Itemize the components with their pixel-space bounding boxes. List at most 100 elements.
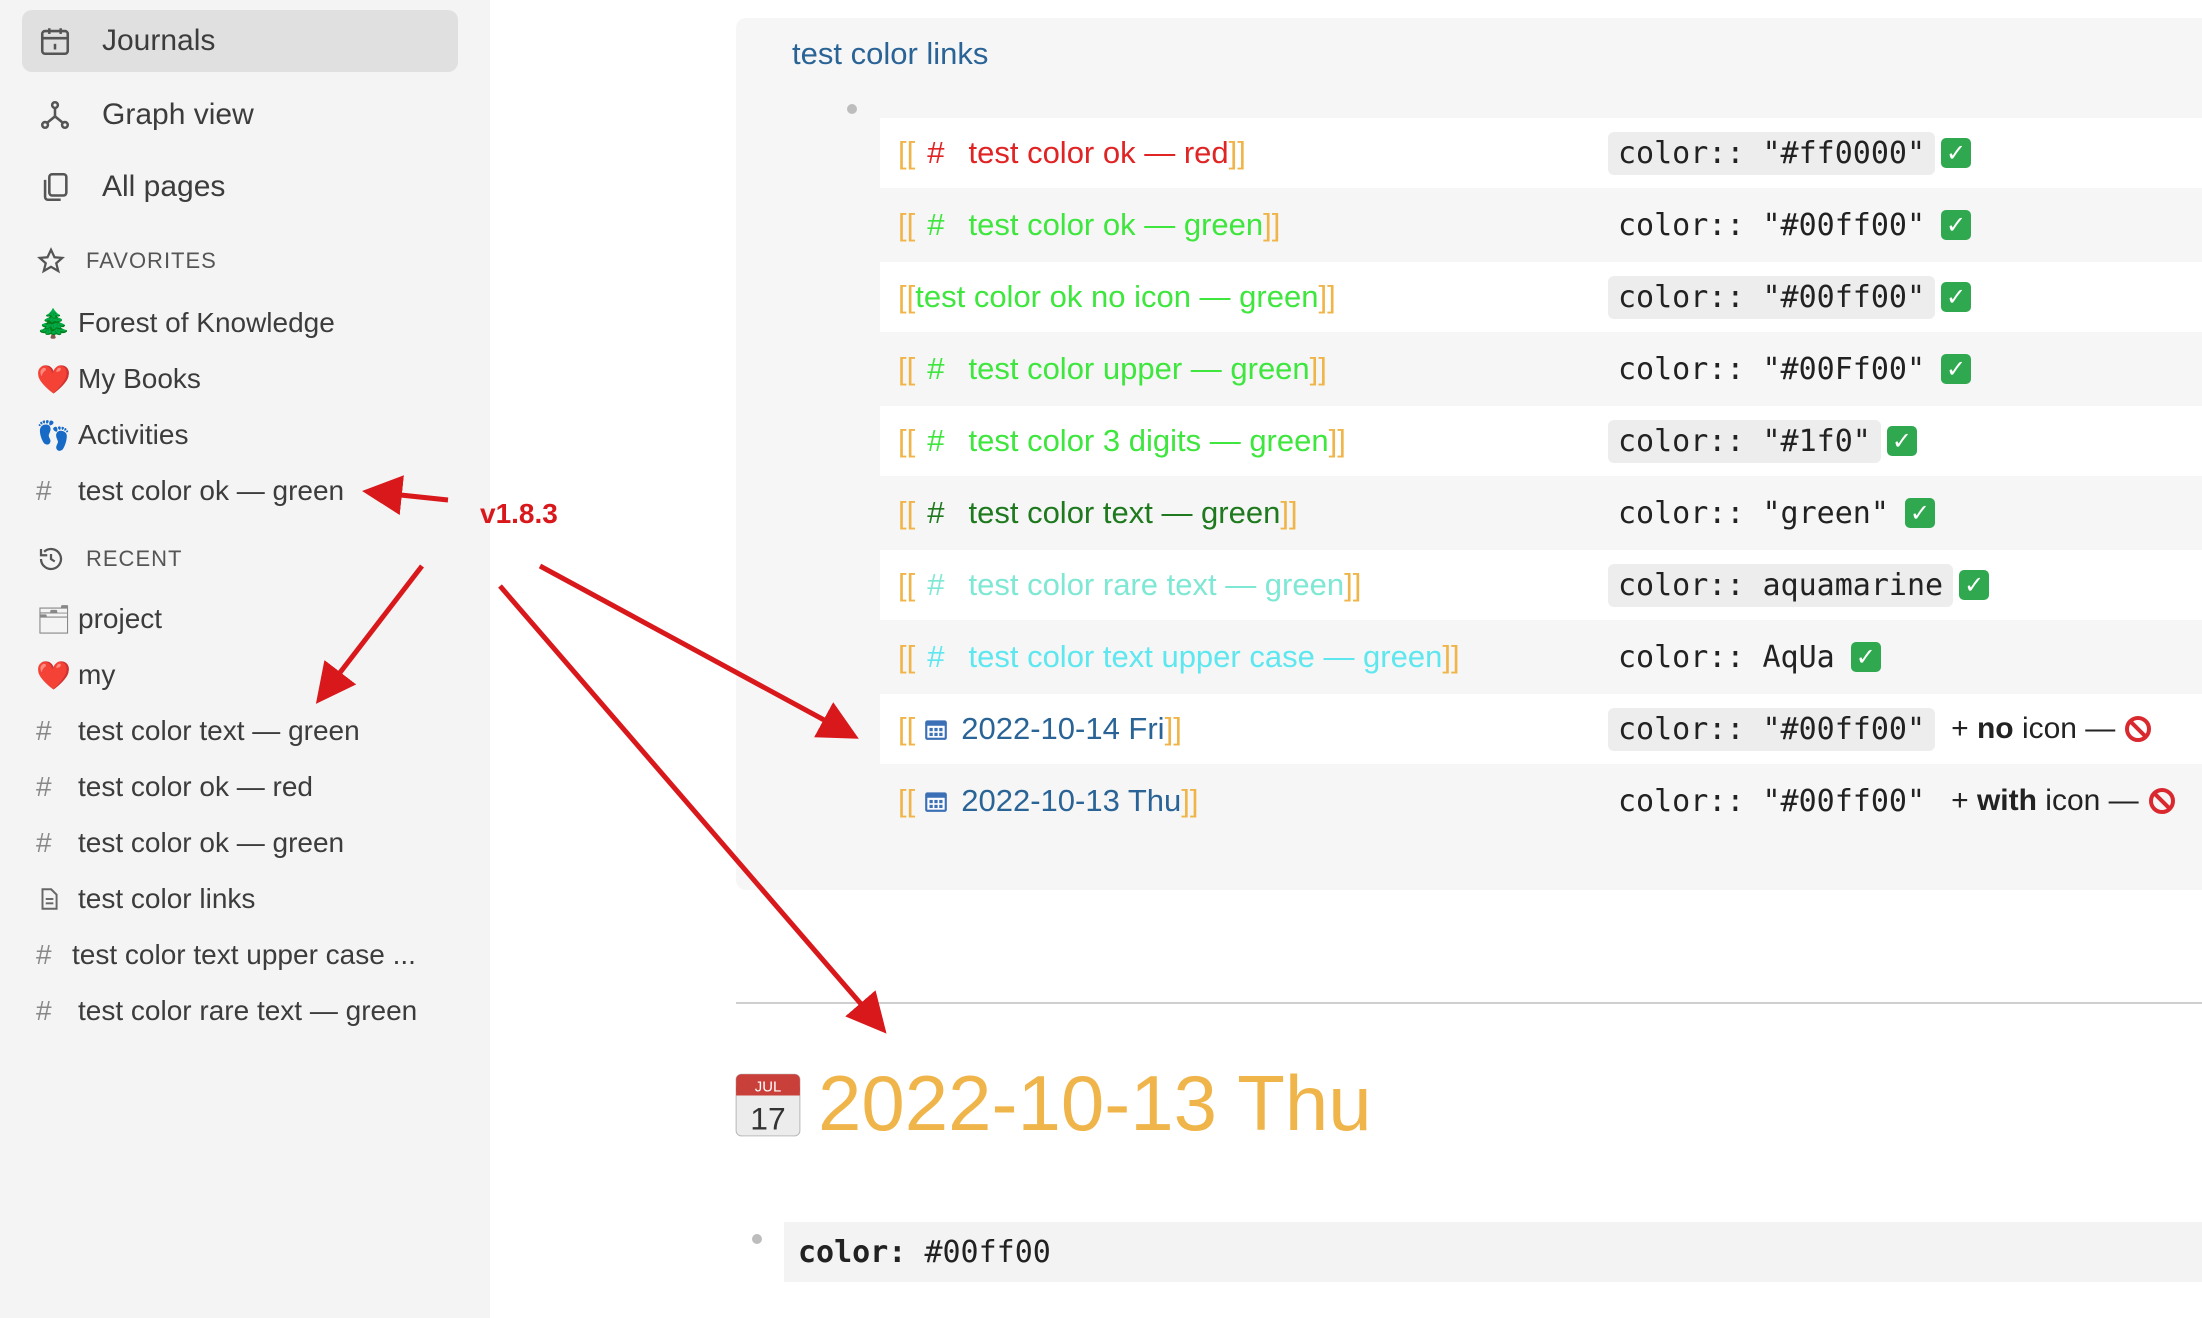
recent-item[interactable]: # test color ok — green <box>36 820 344 866</box>
color-property: color:: "#00ff00" ✓ <box>1608 190 1972 260</box>
recent-item-label: project <box>78 603 163 634</box>
graph-icon <box>40 100 70 130</box>
table-row: [[test color ok no icon — green]] color:… <box>880 262 2202 332</box>
table-row: [[ 2022-10-13 Thu]] color:: "#00ff00" + … <box>880 766 2202 836</box>
pages-icon <box>43 172 68 202</box>
color-property: color:: "#00ff00" ✓ <box>1608 262 1972 332</box>
color-property: color:: "#00ff00" + with icon — <box>1608 766 2175 836</box>
page-link[interactable]: [[# test color text — green]] <box>898 478 1298 548</box>
hash-icon: # <box>36 995 52 1026</box>
recent-item[interactable]: # test color text — green <box>36 708 360 754</box>
favorites-header-label: FAVORITES <box>86 248 217 273</box>
check-mark-icon: ✓ <box>1904 498 1935 528</box>
table-row: [[# test color 3 digits — green]] color::… <box>880 406 2202 476</box>
star-icon <box>37 247 65 274</box>
page-link[interactable]: [[# test color ok — red]] <box>898 118 1246 188</box>
journal-title-text: 2022-10-13 Thu <box>818 1059 1372 1147</box>
recent-item[interactable]: # test color rare text — green <box>36 988 417 1034</box>
recent-item-label: test color ok — green <box>78 827 345 858</box>
nav-graph-label: Graph view <box>102 98 254 131</box>
favorites-header[interactable]: FAVORITES <box>36 246 217 276</box>
recent-header-label: RECENT <box>86 546 183 571</box>
check-mark-icon: ✓ <box>1850 642 1881 672</box>
favorite-item[interactable]: ❤️ My Books <box>36 356 201 402</box>
folder-icon: 🗂 <box>36 603 72 635</box>
calendar-icon <box>925 792 948 812</box>
recent-item-label: test color links <box>78 883 256 914</box>
journal-divider <box>736 1002 2202 1004</box>
table-row: [[ 2022-10-14 Fri]] color:: "#00ff00" + … <box>880 694 2202 764</box>
recent-item[interactable]: ❤️ my <box>36 652 115 698</box>
color-property: color:: "#00ff00" + no icon — <box>1608 694 2152 764</box>
check-mark-icon: ✓ <box>1941 282 1972 312</box>
nav-journals-label: Journals <box>102 24 216 57</box>
recent-header[interactable]: RECENT <box>36 544 182 574</box>
page-link[interactable]: [[# test color 3 digits — green]] <box>898 406 1346 476</box>
page-link[interactable]: [[# test color ok — green]] <box>898 190 1280 260</box>
journal-link[interactable]: [[ 2022-10-14 Fri]] <box>898 694 1182 764</box>
heart-icon: ❤️ <box>36 659 71 691</box>
recent-item-label: test color ok — red <box>78 771 313 802</box>
row-note: + with icon — <box>1951 784 2139 817</box>
nav-all-pages[interactable]: All pages <box>22 156 458 218</box>
color-property: color:: AqUa ✓ <box>1608 622 1881 692</box>
nav-journals[interactable]: Journals <box>22 10 458 72</box>
hash-icon: # <box>927 639 945 674</box>
hash-icon: # <box>927 135 945 170</box>
recent-item-label: my <box>78 659 116 690</box>
hash-icon: # <box>36 827 52 858</box>
calendar-icon <box>40 28 70 56</box>
recent-item[interactable]: test color links <box>36 876 255 922</box>
recent-item-label: test color text — green <box>78 715 360 746</box>
favorite-item-label: Activities <box>78 419 189 450</box>
journal-page-title[interactable]: JUL 17 2022-10-13 Thu <box>734 1058 1372 1149</box>
left-sidebar: Journals Graph view All pages FAVORITES … <box>0 0 490 1318</box>
heart-icon: ❤️ <box>36 363 71 395</box>
recent-item[interactable]: # test color text upper case ... <box>36 932 416 978</box>
check-mark-icon: ✓ <box>1959 570 1990 600</box>
color-property: color:: "#00Ff00" ✓ <box>1608 334 1972 404</box>
favorite-item-label: test color ok — green <box>78 475 345 506</box>
favorite-item-label: My Books <box>78 363 201 394</box>
check-mark-icon: ✓ <box>1941 210 1972 240</box>
hash-icon: # <box>927 351 945 386</box>
hash-icon: # <box>36 475 52 506</box>
hash-icon: # <box>36 771 52 802</box>
history-icon <box>39 547 63 571</box>
color-property: color:: "#ff0000" ✓ <box>1608 118 1972 188</box>
color-property: color:: "green" ✓ <box>1608 478 1935 548</box>
document-icon <box>41 888 58 910</box>
recent-item-label: test color text upper case ... <box>72 939 416 970</box>
favorite-item-label: Forest of Knowledge <box>78 307 335 338</box>
block-bullet[interactable] <box>847 104 857 114</box>
journal-link[interactable]: [[ 2022-10-13 Thu]] <box>898 766 1199 836</box>
page-ref-test-color-links[interactable]: test color links <box>792 36 988 72</box>
svg-text:JUL: JUL <box>755 1079 781 1095</box>
tree-icon: 🌲 <box>36 307 71 339</box>
page-link[interactable]: [[test color ok no icon — green]] <box>898 262 1336 332</box>
favorite-item[interactable]: 🌲 Forest of Knowledge <box>36 300 335 346</box>
favorite-item[interactable]: # test color ok — green <box>36 468 344 514</box>
table-row: [[# test color upper — green]] color:: "#… <box>880 334 2202 404</box>
svg-text:17: 17 <box>750 1100 785 1136</box>
no-entry-icon <box>2125 716 2152 742</box>
recent-item-label: test color rare text — green <box>78 995 418 1026</box>
page-link[interactable]: [[# test color rare text — green]] <box>898 550 1361 620</box>
block-bullet[interactable] <box>752 1234 762 1244</box>
recent-item[interactable]: # test color ok — red <box>36 764 313 810</box>
nav-graph-view[interactable]: Graph view <box>22 84 458 146</box>
version-annotation: v1.8.3 <box>480 498 558 529</box>
table-row: [[# test color ok — red]] color:: "#ff000… <box>880 118 2202 188</box>
table-row: [[# test color text upper case — green]] … <box>880 622 2202 692</box>
hash-icon: # <box>927 423 945 458</box>
page-link[interactable]: [[# test color upper — green]] <box>898 334 1327 404</box>
table-row: [[# test color ok — green]] color:: "#00f… <box>880 190 2202 260</box>
favorite-item[interactable]: 👣 Activities <box>36 412 188 458</box>
check-mark-icon: ✓ <box>1886 426 1917 456</box>
journal-property-block[interactable]: color: #00ff00 <box>784 1222 2202 1282</box>
recent-item[interactable]: 🗂 project <box>36 596 162 642</box>
hash-icon: # <box>36 715 52 746</box>
footprints-icon: 👣 <box>36 419 71 451</box>
page-link[interactable]: [[# test color text upper case — green]] <box>898 622 1460 692</box>
no-entry-icon <box>2148 788 2175 814</box>
